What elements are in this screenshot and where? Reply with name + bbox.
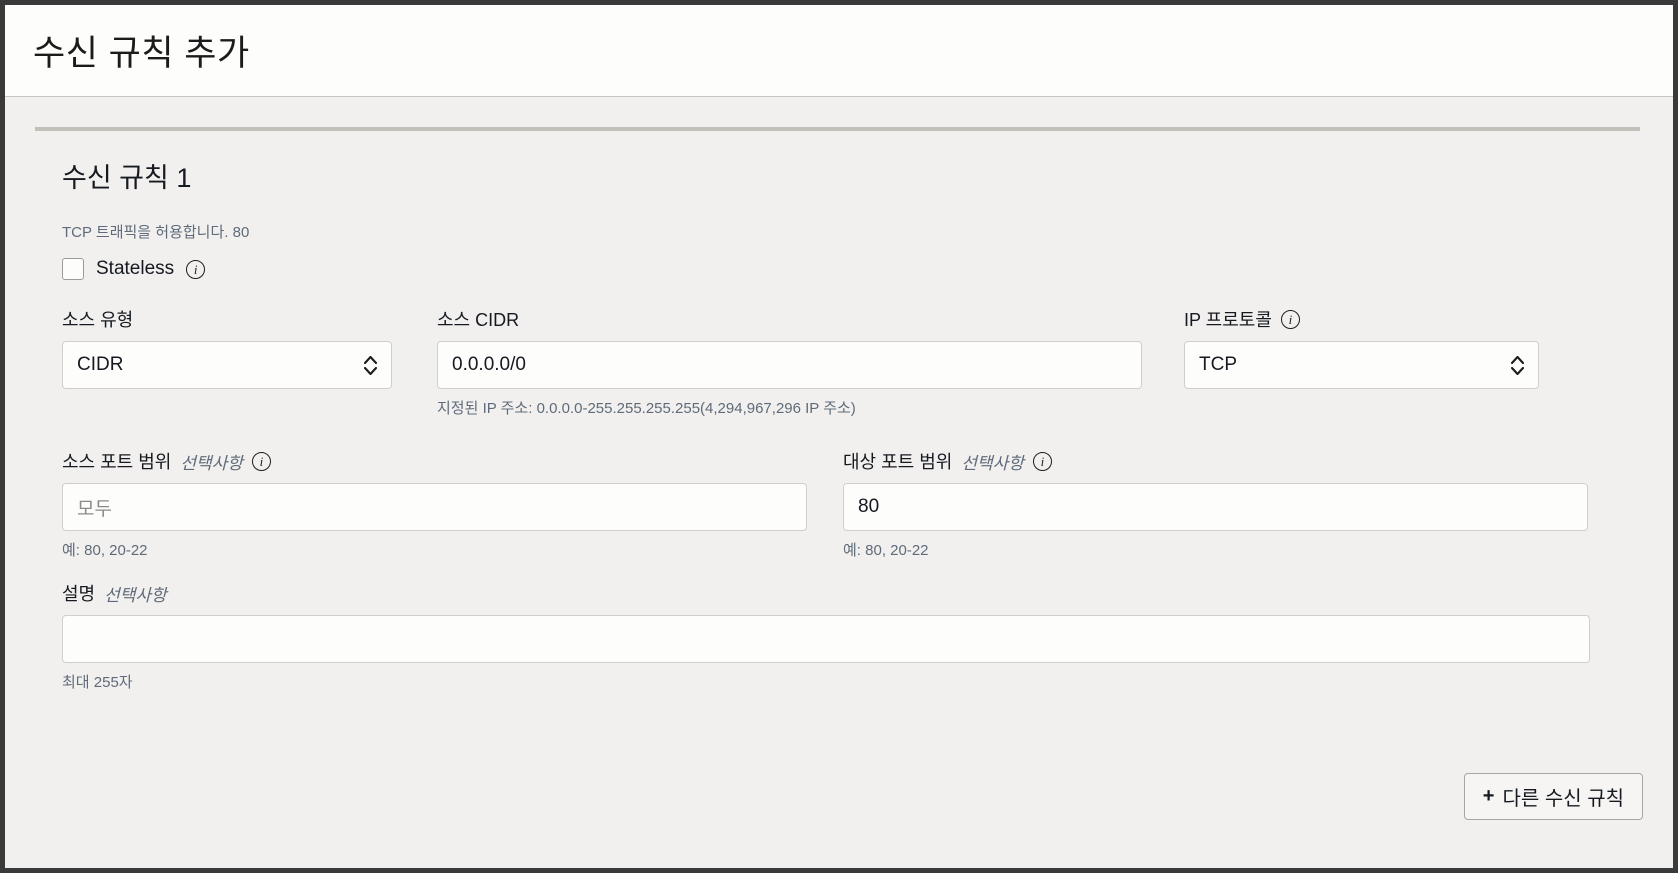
footer-actions: + 다른 수신 규칙 [1463,773,1643,820]
source-cidr-hint: 지정된 IP 주소: 0.0.0.0-255.255.255.255(4,294… [437,400,856,417]
source-port-range-optional: 선택사항 [180,453,243,473]
source-type-value: CIDR [77,354,124,375]
stateless-checkbox[interactable] [62,258,84,280]
source-cidr-value: 0.0.0.0/0 [452,354,526,375]
source-port-range-label-group: 소스 포트 범위 선택사항 i [62,448,807,474]
stateless-checkbox-row[interactable]: Stateless i [62,258,1643,280]
destination-port-range-field: 대상 포트 범위 선택사항 i 80 예: 80, 20-22 [843,448,1588,560]
destination-port-range-input[interactable]: 80 [843,483,1588,531]
destination-port-range-value: 80 [858,496,880,517]
source-type-select[interactable]: CIDR [62,341,392,389]
field-row-source: 소스 유형 CIDR 소스 CIDR 0.0.0.0/0 지정된 IP 주소: … [62,306,1643,418]
destination-port-range-optional: 선택사항 [961,453,1024,473]
description-field: 설명 선택사항 최대 255자 [62,580,1590,692]
description-optional: 선택사항 [104,585,167,605]
add-another-ingress-rule-button[interactable]: + 다른 수신 규칙 [1463,773,1643,820]
source-port-range-input[interactable]: 모두 [62,483,807,531]
destination-port-range-info-icon[interactable]: i [1032,451,1052,471]
source-port-range-field: 소스 포트 범위 선택사항 i 모두 예: 80, 20-22 [62,448,807,560]
description-label: 설명 [62,584,96,604]
source-type-field: 소스 유형 CIDR [62,306,392,389]
ip-protocol-label-group: IP 프로토콜 i [1184,306,1539,332]
ip-protocol-info-icon[interactable]: i [1280,309,1300,329]
add-another-ingress-rule-label: 다른 수신 규칙 [1502,788,1624,810]
rule-summary: TCP 트래픽을 허용합니다. 80 [62,224,250,241]
source-port-range-info-icon[interactable]: i [251,451,271,471]
stateless-info-icon[interactable]: i [186,259,206,279]
ip-protocol-field: IP 프로토콜 i TCP [1184,306,1539,389]
chevron-updown-icon[interactable] [1511,355,1524,375]
source-port-range-label: 소스 포트 범위 [62,452,172,472]
chevron-updown-icon[interactable] [364,355,377,375]
source-port-range-placeholder: 모두 [77,498,112,520]
source-cidr-label: 소스 CIDR [437,310,520,330]
dialog-header: 수신 규칙 추가 [5,5,1673,97]
source-type-label-group: 소스 유형 [62,306,392,332]
destination-port-range-label-group: 대상 포트 범위 선택사항 i [843,448,1588,474]
source-cidr-field: 소스 CIDR 0.0.0.0/0 지정된 IP 주소: 0.0.0.0-255… [437,306,1142,418]
destination-port-range-label: 대상 포트 범위 [843,452,953,472]
source-cidr-label-group: 소스 CIDR [437,306,1142,332]
source-port-range-hint: 예: 80, 20-22 [62,542,148,559]
field-row-ports: 소스 포트 범위 선택사항 i 모두 예: 80, 20-22 대상 포트 범위… [62,448,1643,560]
dialog-body: 수신 규칙 1 TCP 트래픽을 허용합니다. 80 Stateless i 소… [5,97,1673,868]
field-row-description: 설명 선택사항 최대 255자 [62,580,1643,692]
page-title: 수신 규칙 추가 [33,34,250,73]
ip-protocol-label: IP 프로토콜 [1184,310,1272,330]
ip-protocol-value: TCP [1199,354,1237,375]
plus-icon: + [1482,785,1495,807]
source-type-label: 소스 유형 [62,310,134,330]
description-input[interactable] [62,615,1590,663]
destination-port-range-hint: 예: 80, 20-22 [843,542,929,559]
add-ingress-rule-dialog: 수신 규칙 추가 수신 규칙 1 TCP 트래픽을 허용합니다. 80 Stat… [5,5,1673,868]
stateless-label: Stateless [96,258,175,279]
rule-heading: 수신 규칙 1 [62,163,192,193]
description-label-group: 설명 선택사항 [62,580,1590,606]
source-cidr-input[interactable]: 0.0.0.0/0 [437,341,1142,389]
ip-protocol-select[interactable]: TCP [1184,341,1539,389]
description-hint: 최대 255자 [62,674,133,691]
ingress-rule-1: 수신 규칙 1 TCP 트래픽을 허용합니다. 80 Stateless i 소… [35,131,1643,692]
